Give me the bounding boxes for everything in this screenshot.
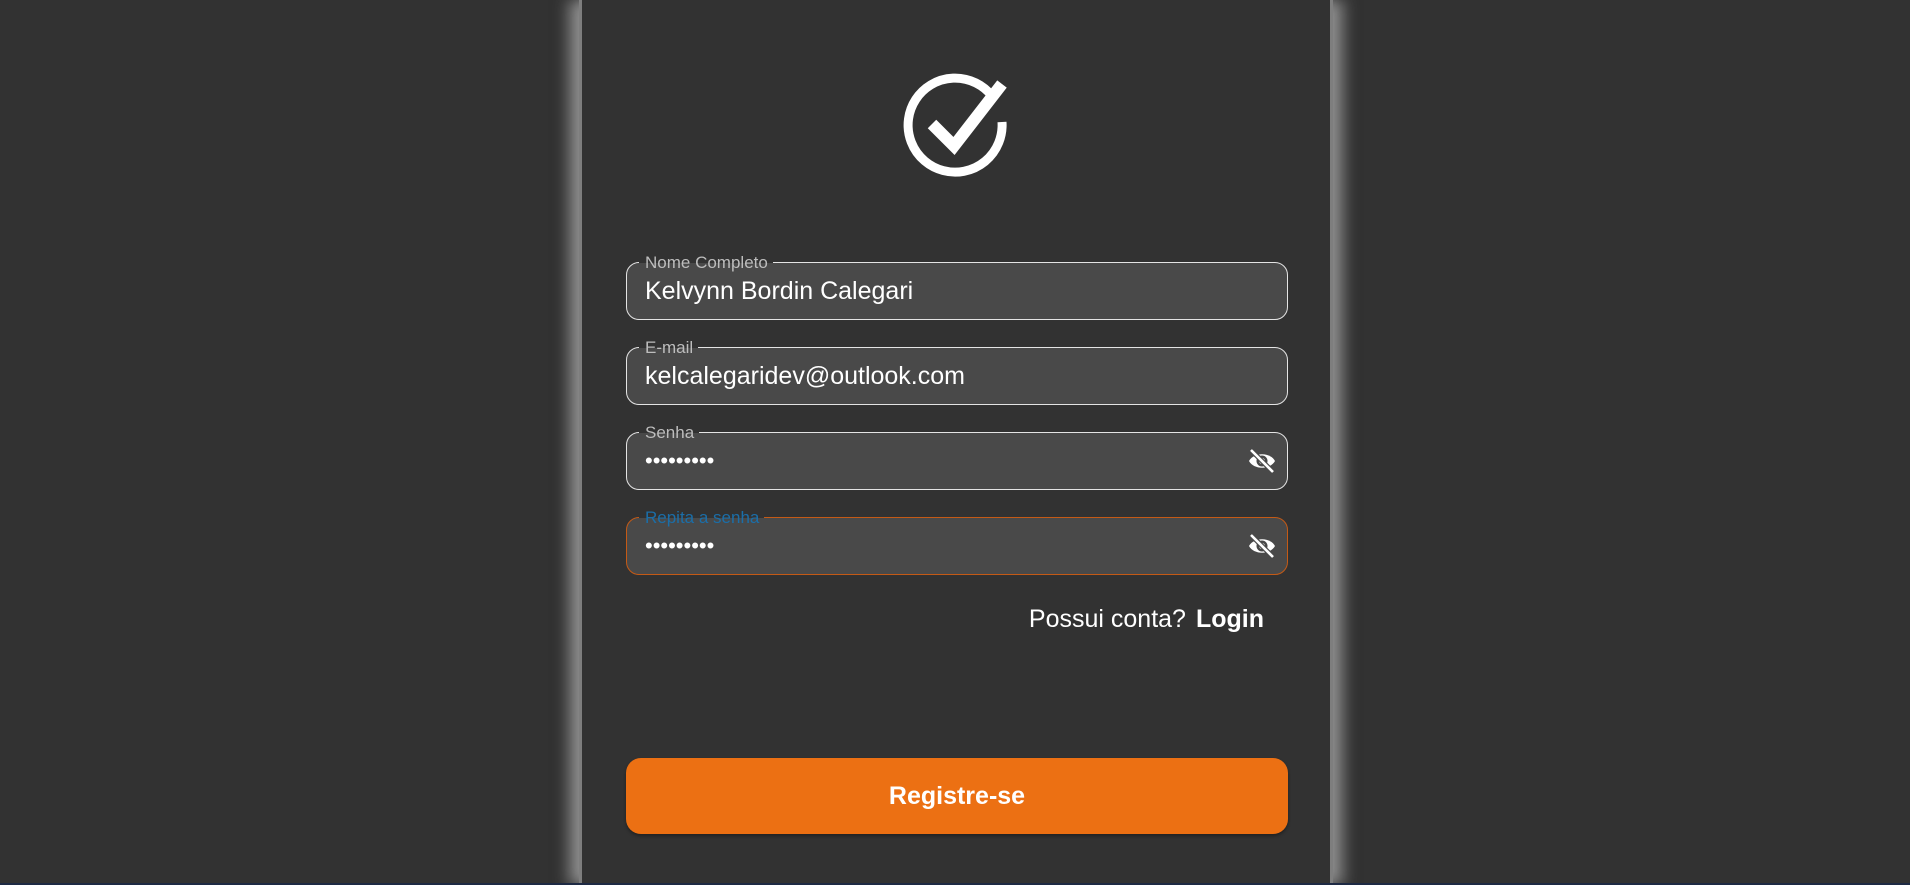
password-label: Senha (639, 423, 700, 442)
login-question: Possui conta? (1028, 605, 1186, 633)
full-name-value: Kelvynn Bordin Calegari (645, 277, 914, 305)
password-confirm-value: ••••••••• (645, 533, 715, 558)
password-field[interactable]: Senha ••••••••• (626, 423, 1288, 490)
password-confirm-field[interactable]: Repita a senha ••••••••• (626, 508, 1288, 575)
eye-off-icon[interactable] (1247, 533, 1277, 559)
password-confirm-label: Repita a senha (639, 508, 765, 527)
password-value: ••••••••• (645, 448, 715, 473)
eye-off-icon[interactable] (1247, 448, 1277, 474)
register-panel: Nome Completo Kelvynn Bordin Calegari E-… (579, 0, 1333, 885)
full-name-label: Nome Completo (639, 253, 773, 272)
full-name-field[interactable]: Nome Completo Kelvynn Bordin Calegari (626, 253, 1288, 320)
panel-right-edge (1330, 0, 1333, 885)
panel-left-edge (579, 0, 582, 885)
login-link[interactable]: Login (1196, 605, 1264, 633)
screen: Nome Completo Kelvynn Bordin Calegari E-… (0, 0, 1910, 885)
email-label: E-mail (639, 338, 699, 357)
email-value: kelcalegaridev@outlook.com (645, 362, 965, 390)
register-button[interactable]: Registre-se (626, 758, 1288, 834)
check-circle-icon (903, 73, 1007, 177)
email-field[interactable]: E-mail kelcalegaridev@outlook.com (626, 338, 1288, 405)
login-prompt: Possui conta? Login (626, 604, 1264, 634)
